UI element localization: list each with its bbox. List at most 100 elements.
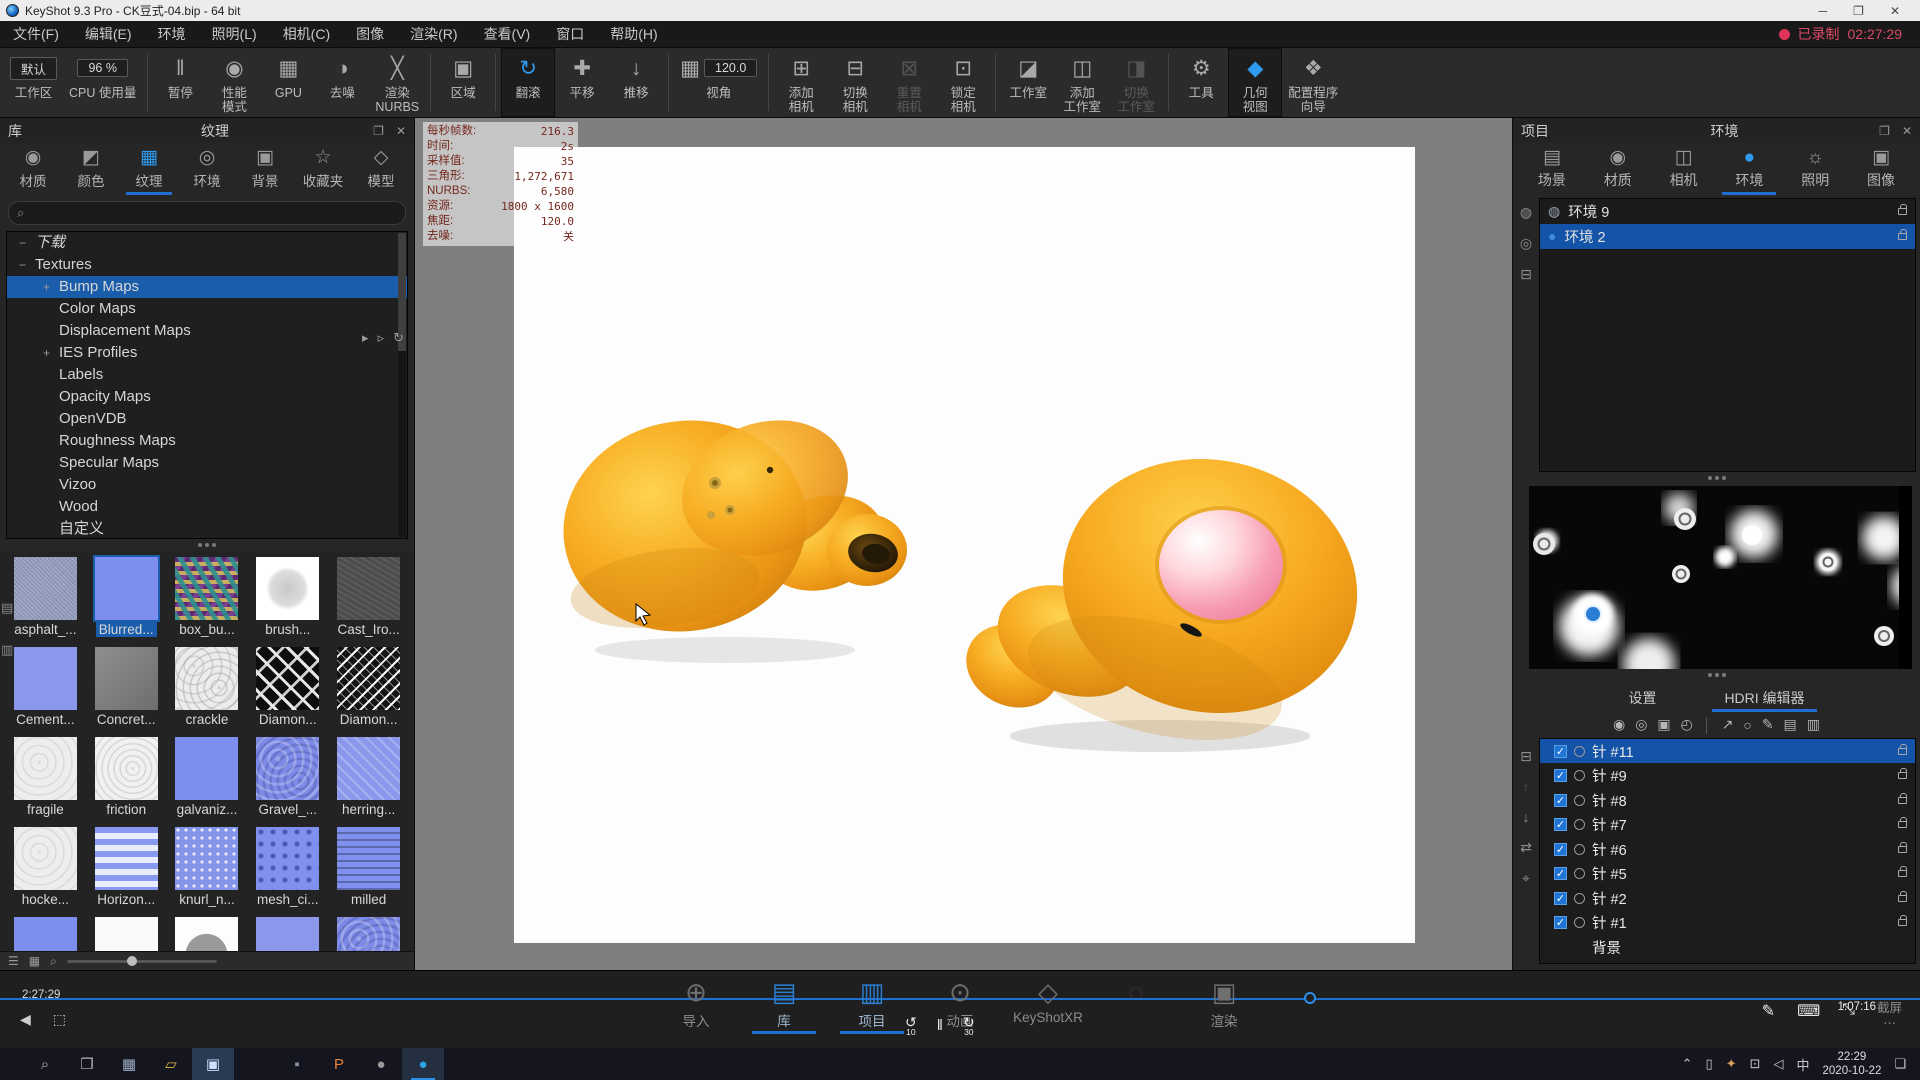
library-tab[interactable]: ▣ 背景 <box>236 145 294 194</box>
tree-item[interactable]: − 下载 <box>7 232 407 254</box>
texture-swatch[interactable] <box>337 917 400 951</box>
toolbar-button[interactable] <box>495 54 496 111</box>
action-center-icon[interactable]: ❏ <box>1894 1056 1906 1072</box>
texture-thumbnail[interactable]: Diamon... <box>331 645 406 733</box>
toolbar-button[interactable]: ⊠ 重置 相机 <box>882 48 936 117</box>
pause-button[interactable]: ‖ <box>937 1017 943 1034</box>
texture-swatch[interactable] <box>14 827 77 890</box>
tree-expander-icon[interactable]: − <box>19 232 35 254</box>
tree-expander-icon[interactable]: + <box>43 276 59 298</box>
environment-rail-icon[interactable]: ⊟ <box>1520 266 1532 283</box>
lock-icon[interactable] <box>1898 846 1907 853</box>
pin-toolbar-icon[interactable]: │ <box>1703 717 1712 733</box>
environment-row[interactable]: ◍ 环境 9 <box>1540 199 1915 224</box>
menu-item[interactable]: 窗口 <box>543 21 597 47</box>
texture-thumbnail[interactable]: Horizon... <box>89 825 164 913</box>
texture-swatch[interactable] <box>337 647 400 710</box>
texture-swatch[interactable] <box>14 647 77 710</box>
menu-item[interactable]: 渲染(R) <box>397 21 470 47</box>
texture-swatch[interactable] <box>256 557 319 620</box>
pin-checkbox[interactable] <box>1554 916 1567 929</box>
pin-toolbar-icon[interactable]: ▤ <box>1784 716 1797 733</box>
ribbon-button[interactable]: ▥ 项目 <box>828 977 916 1034</box>
lock-icon[interactable] <box>1898 870 1907 877</box>
pin-radio[interactable] <box>1574 893 1585 904</box>
texture-swatch[interactable] <box>337 557 400 620</box>
toolbar-button[interactable]: ⊡ 锁定 相机 <box>936 48 990 117</box>
texture-swatch[interactable] <box>14 737 77 800</box>
taskbar-app-icon[interactable]: ● <box>360 1048 402 1080</box>
texture-swatch[interactable] <box>175 827 238 890</box>
tree-item[interactable]: + Bump Maps <box>7 276 407 298</box>
pin-radio[interactable] <box>1574 844 1585 855</box>
pin-row[interactable]: 背景 <box>1540 935 1915 960</box>
menu-item[interactable]: 相机(C) <box>270 21 343 47</box>
texture-thumbnail[interactable] <box>8 915 83 951</box>
pin-row[interactable]: 针 #1 <box>1540 910 1915 935</box>
lock-icon[interactable] <box>1898 748 1907 755</box>
menu-item[interactable]: 照明(L) <box>199 21 270 47</box>
taskbar-app-icon[interactable]: ❒ <box>66 1048 108 1080</box>
environment-rail-icon[interactable]: ◍ <box>1520 204 1532 221</box>
pin-checkbox[interactable] <box>1554 843 1567 856</box>
tree-item[interactable]: OpenVDB <box>7 408 407 430</box>
texture-swatch[interactable] <box>256 827 319 890</box>
toolbar-button[interactable]: ◑ 去噪 <box>315 48 369 117</box>
texture-swatch[interactable] <box>337 827 400 890</box>
texture-swatch[interactable] <box>256 737 319 800</box>
ribbon-button[interactable]: ◇ KeyShotXR <box>1004 977 1092 1034</box>
pin-row[interactable]: 针 #2 <box>1540 886 1915 911</box>
timeline-handle[interactable] <box>1304 992 1316 1004</box>
pins-rail-icon[interactable]: ⌖ <box>1522 870 1530 887</box>
tree-expander-icon[interactable]: + <box>43 342 59 364</box>
texture-thumbnail[interactable]: Cement... <box>8 645 83 733</box>
taskbar-app-icon[interactable]: P <box>318 1048 360 1080</box>
project-tab[interactable]: ☼ 照明 <box>1782 145 1848 194</box>
bottombar-left-icon[interactable]: ◀ <box>20 1011 31 1028</box>
texture-thumbnail[interactable] <box>89 915 164 951</box>
pin-radio[interactable] <box>1574 770 1585 781</box>
pin-toolbar-icon[interactable]: ◴ <box>1681 716 1693 733</box>
lock-icon[interactable] <box>1898 772 1907 779</box>
toolbar-button[interactable]: ▦ GPU <box>261 48 315 117</box>
menu-item[interactable]: 环境 <box>145 21 199 47</box>
toolbar-button[interactable]: 96 % CPU 使用量 <box>63 48 142 117</box>
pin-toolbar-icon[interactable]: ◉ <box>1613 716 1625 733</box>
menu-item[interactable]: 文件(F) <box>0 21 72 47</box>
dock-edge-icon[interactable]: ▥ <box>1 642 13 658</box>
project-tab[interactable]: ▤ 场景 <box>1519 145 1585 194</box>
texture-thumbnail[interactable] <box>170 915 245 951</box>
tray-icon[interactable]: ▯ <box>1706 1056 1713 1072</box>
pin-toolbar-icon[interactable]: ↗ <box>1722 716 1734 733</box>
texture-swatch[interactable] <box>175 557 238 620</box>
bottombar-left-icon[interactable]: ⬚ <box>53 1011 66 1028</box>
texture-swatch[interactable] <box>337 737 400 800</box>
toolbar-button[interactable]: ⊞ 添加 相机 <box>774 48 828 117</box>
pins-rail-icon[interactable]: ↑ <box>1523 779 1530 795</box>
environment-row[interactable]: ● 环境 2 <box>1540 224 1915 249</box>
project-tab[interactable]: ◉ 材质 <box>1585 145 1651 194</box>
tree-item[interactable]: Specular Maps <box>7 452 407 474</box>
texture-swatch[interactable] <box>95 827 158 890</box>
panel-splitter[interactable] <box>1513 472 1920 484</box>
dock-edge-icon[interactable]: ▤ <box>1 600 13 616</box>
tray-icon[interactable]: ⌃ <box>1682 1056 1693 1072</box>
texture-thumbnail[interactable]: Diamon... <box>250 645 325 733</box>
pin-toolbar-icon[interactable]: ◎ <box>1635 716 1647 733</box>
tray-icon[interactable]: 中 <box>1797 1055 1810 1074</box>
texture-thumbnail[interactable] <box>250 915 325 951</box>
lock-icon[interactable] <box>1898 895 1907 902</box>
pin-toolbar-icon[interactable]: ✎ <box>1762 716 1774 733</box>
texture-thumbnail[interactable]: asphalt_... <box>8 555 83 643</box>
environment-rail-icon[interactable]: ◎ <box>1520 235 1532 252</box>
toolbar-button[interactable]: ◆ 几何 视图 <box>1228 48 1282 117</box>
texture-thumbnail[interactable]: milled <box>331 825 406 913</box>
tree-item[interactable]: + IES Profiles <box>7 342 407 364</box>
toolbar-button[interactable] <box>995 54 996 111</box>
pin-checkbox[interactable] <box>1554 892 1567 905</box>
ribbon-button[interactable]: ▣ 渲染 <box>1180 977 1268 1034</box>
tray-icon[interactable]: ⊡ <box>1750 1056 1761 1072</box>
ribbon-button[interactable]: ⊕ 导入 <box>652 977 740 1034</box>
pin-row[interactable]: 针 #6 <box>1540 837 1915 862</box>
pin-checkbox[interactable] <box>1554 745 1567 758</box>
